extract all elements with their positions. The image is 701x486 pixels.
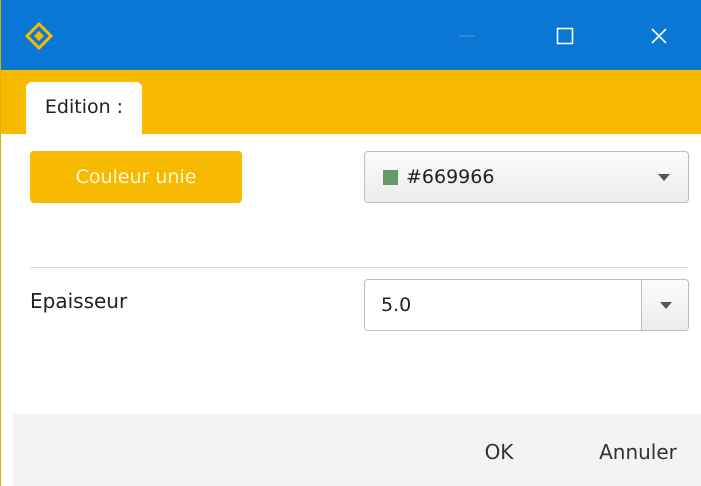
solid-color-button-label: Couleur unie [75, 166, 197, 188]
tab-edition[interactable]: Edition : [26, 82, 142, 138]
tab-strip: Edition : [1, 70, 701, 138]
color-picker[interactable]: #669966 [364, 151, 689, 203]
cancel-button-label: Annuler [599, 440, 677, 464]
ok-button-label: OK [484, 440, 514, 464]
chevron-down-icon [660, 302, 672, 309]
thickness-label: Epaisseur [30, 289, 128, 313]
title-bar[interactable] [1, 0, 701, 70]
close-icon [651, 28, 667, 44]
chevron-down-icon [658, 174, 670, 181]
divider [30, 267, 689, 268]
diamond-logo-icon [25, 22, 53, 50]
color-value: #669966 [406, 166, 495, 188]
ok-button[interactable]: OK [459, 432, 539, 472]
dialog-footer: OK Annuler [13, 414, 701, 486]
tab-edition-label: Edition : [44, 96, 124, 118]
solid-color-button[interactable]: Couleur unie [30, 151, 242, 203]
thickness-dropdown-button[interactable] [641, 280, 688, 330]
maximize-button[interactable] [539, 10, 591, 62]
color-swatch [383, 169, 398, 185]
thickness-input[interactable] [365, 280, 640, 330]
edition-panel: Couleur unie #669966 Epaisseur [13, 134, 701, 414]
maximize-icon [556, 27, 574, 45]
minimize-button[interactable] [441, 10, 493, 62]
close-button[interactable] [633, 10, 685, 62]
minimize-icon [459, 35, 475, 37]
cancel-button[interactable]: Annuler [583, 432, 693, 472]
thickness-combo [364, 279, 689, 331]
dialog-window: Edition : Couleur unie #669966 Epaisseur… [0, 0, 701, 486]
